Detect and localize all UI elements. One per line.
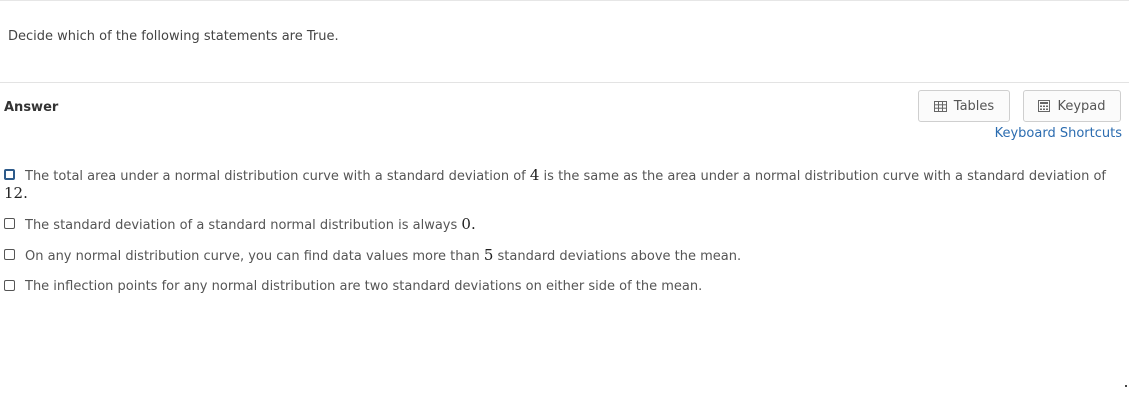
keyboard-shortcuts-link[interactable]: Keyboard Shortcuts (995, 126, 1122, 141)
option-2-value: 0. (461, 215, 476, 233)
question-prompt: Decide which of the following statements… (8, 29, 339, 44)
option-1-value-a: 4 (529, 166, 540, 184)
option-2-checkbox[interactable] (4, 218, 15, 229)
option-1-value-b: 12. (4, 184, 28, 202)
page: Decide which of the following statements… (0, 0, 1129, 401)
option-2[interactable]: The standard deviation of a standard nor… (4, 216, 1114, 234)
option-2-text-before: The standard deviation of a standard nor… (25, 218, 462, 233)
top-divider (0, 0, 1129, 1)
option-1-text-middle: is the same as the area under a normal d… (539, 169, 1106, 184)
corner-marker (1125, 385, 1127, 387)
keypad-button-label: Keypad (1057, 98, 1106, 114)
tables-button-label: Tables (953, 98, 995, 114)
answer-label: Answer (4, 100, 59, 115)
option-3[interactable]: On any normal distribution curve, you ca… (4, 247, 1114, 265)
option-3-text-before: On any normal distribution curve, you ca… (25, 249, 484, 264)
option-1-checkbox[interactable] (4, 169, 15, 180)
calculator-icon (1038, 100, 1051, 112)
table-grid-icon (933, 100, 947, 112)
section-divider (0, 82, 1129, 83)
keypad-button[interactable]: Keypad (1023, 90, 1121, 122)
option-3-text-after: standard deviations above the mean. (493, 249, 742, 264)
option-3-checkbox[interactable] (4, 249, 15, 260)
tables-button[interactable]: Tables (918, 90, 1010, 122)
option-3-value: 5 (483, 246, 494, 264)
option-4-checkbox[interactable] (4, 280, 15, 291)
answer-options: The total area under a normal distributi… (4, 167, 1114, 308)
option-4[interactable]: The inflection points for any normal dis… (4, 278, 1114, 295)
option-1-text-before: The total area under a normal distributi… (25, 169, 530, 184)
option-1[interactable]: The total area under a normal distributi… (4, 167, 1114, 203)
option-4-text: The inflection points for any normal dis… (25, 279, 703, 294)
